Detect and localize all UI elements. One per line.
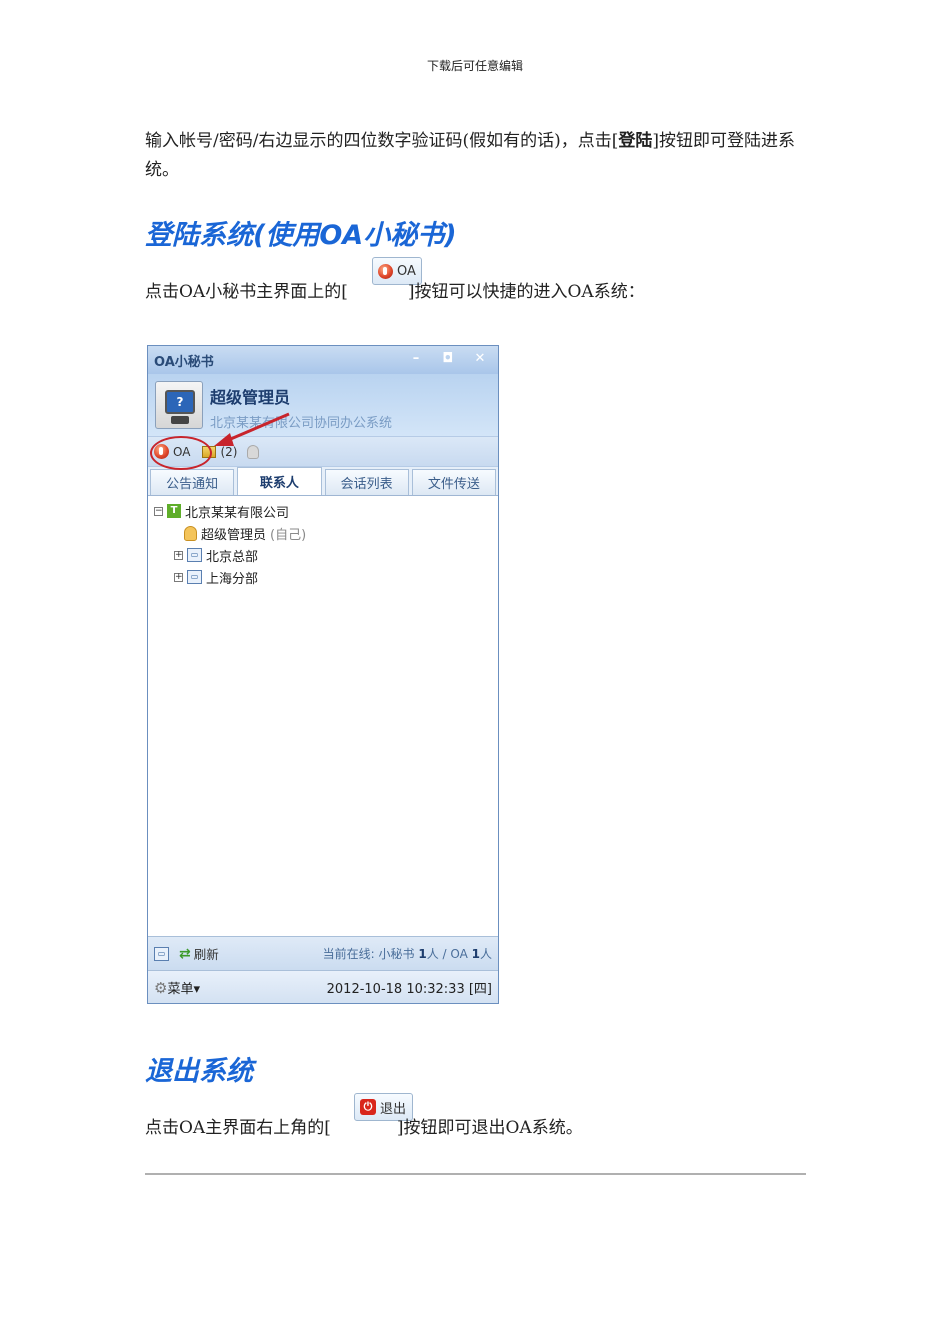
minimize-icon[interactable]: – [402,348,430,368]
logout-text-2: ]按钮即可退出OA系统。 [396,1118,583,1138]
login-paragraph: 点击OA小秘书主界面上的[ ]按钮可以快捷的进入OA系统： [145,278,805,307]
computer-icon: ? [165,390,195,414]
tab-contacts[interactable]: 联系人 [237,467,322,495]
company-icon: T [167,504,181,518]
window-titlebar: OA小秘书 – ◘ ✕ [148,346,498,374]
power-icon: ⏻ [360,1099,376,1115]
department-icon: ▭ [187,548,202,562]
oa-button-label: OA [397,263,416,279]
tab-announcements[interactable]: 公告通知 [150,469,235,495]
gear-icon: ⚙ [154,978,168,997]
refresh-button[interactable]: 刷新 [194,944,219,963]
login-text-2: ]按钮可以快捷的进入OA系统： [407,282,645,302]
logout-paragraph: 点击OA主界面右上角的[ ]按钮即可退出OA系统。 [145,1114,805,1143]
tree-node-dept[interactable]: + ▭ 北京总部 [154,544,498,566]
window-title: OA小秘书 [154,354,214,370]
user-icon [184,525,197,541]
header-note: 下载后可任意编辑 [426,59,523,73]
restore-icon[interactable]: ◘ [434,348,462,368]
divider [145,1173,806,1175]
menu-button[interactable]: 菜单▾ [167,978,200,997]
tree-node-self[interactable]: 超级管理员 (自己) [154,522,498,544]
user-name: 超级管理员 [210,388,291,407]
intro-paragraph: 输入帐号/密码/右边显示的四位数字验证码(假如有的话)，点击[登陆]按钮即可登陆… [145,127,805,185]
contact-tree: − T 北京某某有限公司 超级管理员 (自己) + ▭ 北京总部 + ▭ 上海分… [148,496,498,932]
oa-assistant-window: OA小秘书 – ◘ ✕ ? 超级管理员 北京某某有限公司协同办公系统 OA (2… [147,345,499,1004]
intro-text-1: 输入帐号/密码/右边显示的四位数字验证码(假如有的话)，点击[ [145,131,619,151]
datetime: 2012-10-18 10:32:33 [四] [326,982,492,997]
profile-panel: ? 超级管理员 北京某某有限公司协同办公系统 [148,374,498,436]
quick-toolbar: OA (2) [148,436,498,470]
status-bar: ▭ ⇄ 刷新 当前在线: 小秘书 1人 / OA 1人 [148,936,498,970]
person-icon [247,444,260,459]
collapse-icon[interactable]: − [154,506,163,516]
tab-bar: 公告通知 联系人 会话列表 文件传送 [148,466,498,496]
online-count: 当前在线: 小秘书 1人 / OA 1人 [322,947,492,961]
tree-node-root[interactable]: − T 北京某某有限公司 [154,500,498,522]
heading-logout: 退出系统 [145,1056,253,1087]
oa-logo-icon [154,444,169,459]
company-subtitle: 北京某某有限公司协同办公系统 [210,416,393,431]
logout-text-1: 点击OA主界面右上角的[ [145,1118,331,1138]
login-text-1: 点击OA小秘书主界面上的[ [145,282,348,302]
expand-icon[interactable]: + [174,550,183,560]
close-icon[interactable]: ✕ [466,348,494,368]
tab-conversations[interactable]: 会话列表 [324,469,409,495]
oa-logo-icon [378,263,393,279]
avatar[interactable]: ? [155,381,203,429]
tree-node-dept[interactable]: + ▭ 上海分部 [154,566,498,588]
contact-status-button[interactable] [247,444,260,459]
refresh-icon: ⇄ [179,945,191,962]
expand-icon[interactable]: + [174,572,183,582]
tab-file-transfer[interactable]: 文件传送 [411,469,496,495]
menu-bar: ⚙ 菜单▾ 2012-10-18 10:32:33 [四] [148,970,498,1003]
heading-login: 登陆系统(使用OA小秘书) [145,220,457,251]
org-view-icon[interactable]: ▭ [154,946,169,961]
department-icon: ▭ [187,570,202,584]
login-keyword: 登陆 [618,131,653,151]
